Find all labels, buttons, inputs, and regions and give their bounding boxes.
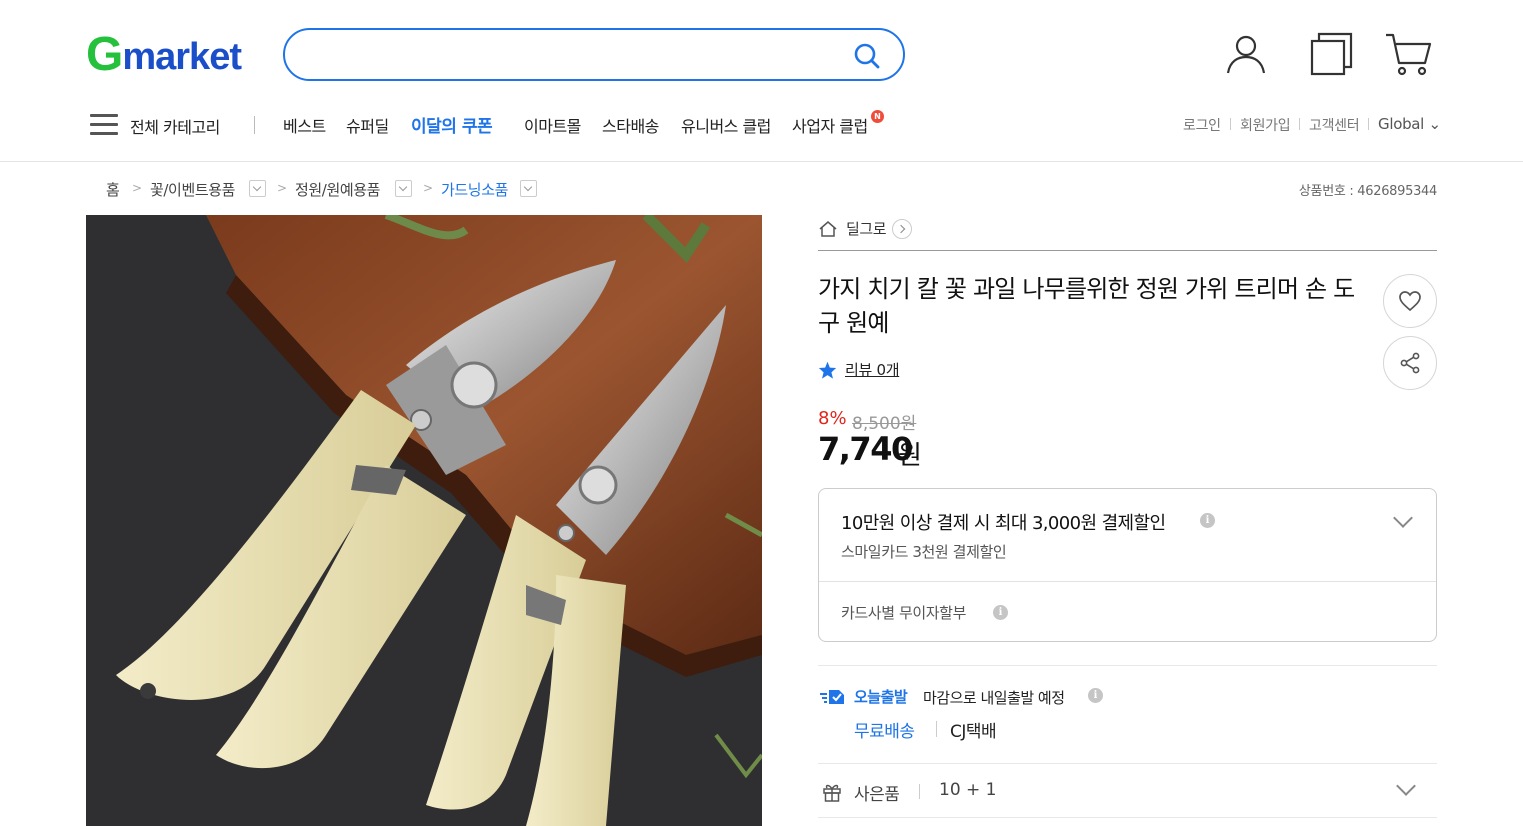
gift-value: 10 + 1: [939, 780, 997, 800]
breadcrumb-arrow: >: [132, 181, 143, 195]
home-icon: [819, 220, 837, 237]
price-unit: 원: [898, 441, 922, 471]
signup-link[interactable]: 회원가입: [1240, 115, 1291, 135]
fast-delivery-icon: [820, 690, 844, 704]
chevron-down-icon[interactable]: [1393, 508, 1413, 528]
info-icon[interactable]: i: [1088, 688, 1103, 703]
customer-center-link[interactable]: 고객센터: [1309, 115, 1360, 135]
wishlist-button[interactable]: [1383, 274, 1437, 328]
breadcrumb-garden[interactable]: 정원/원예용품: [295, 179, 380, 200]
global-dropdown[interactable]: Global ⌄: [1378, 115, 1441, 133]
divider: [818, 817, 1437, 818]
breadcrumb-gardening-goods[interactable]: 가드닝소품: [441, 179, 508, 200]
divider: [919, 784, 920, 799]
cart-icon[interactable]: [1385, 30, 1433, 78]
deal-link[interactable]: 딜그로: [818, 218, 913, 239]
breadcrumb-arrow: >: [277, 181, 288, 195]
shipping-schedule: 마감으로 내일출발 예정: [923, 689, 1065, 707]
breadcrumb-home[interactable]: 홈: [106, 179, 120, 200]
breadcrumb-dropdown[interactable]: [249, 180, 266, 197]
login-link[interactable]: 로그인: [1183, 115, 1221, 135]
product-image[interactable]: [86, 215, 762, 826]
search-input[interactable]: [305, 40, 845, 70]
nav-business-club[interactable]: 사업자 클럽: [792, 113, 868, 137]
info-icon[interactable]: i: [1200, 513, 1215, 528]
util-divider: [1299, 118, 1300, 130]
nav-best[interactable]: 베스트: [283, 113, 326, 137]
nav-superdeal[interactable]: 슈퍼딜: [346, 113, 389, 137]
chevron-right-icon: [892, 218, 913, 239]
breadcrumb-dropdown[interactable]: [520, 180, 537, 197]
divider: [936, 721, 937, 737]
gift-icon: [823, 784, 841, 802]
util-divider: [1368, 118, 1369, 130]
heart-icon: [1399, 291, 1421, 312]
star-icon: [818, 361, 837, 379]
payment-benefits-box: 10만원 이상 결제 시 최대 3,000원 결제할인 i 스마일카드 3천원 …: [818, 488, 1437, 642]
new-badge: N: [871, 110, 884, 123]
search-bar: [283, 28, 905, 81]
util-divider: [1230, 118, 1231, 130]
share-icon: [1400, 352, 1420, 374]
info-icon[interactable]: i: [993, 605, 1008, 620]
gmarket-logo[interactable]: G market: [86, 28, 242, 81]
free-shipping: 무료배송: [854, 722, 915, 742]
discount-rate: 8%: [818, 408, 847, 429]
payment-discount-title[interactable]: 10만원 이상 결제 시 최대 3,000원 결제할인: [841, 509, 1166, 535]
breadcrumb-dropdown[interactable]: [395, 180, 412, 197]
breadcrumb-flowers-events[interactable]: 꽃/이벤트용품: [150, 179, 235, 200]
recent-items-icon[interactable]: [1307, 30, 1355, 78]
logo-text: market: [122, 36, 242, 78]
review-link[interactable]: 리뷰 0개: [818, 359, 900, 380]
product-number: 상품번호 : 4626895344: [1298, 184, 1437, 199]
smile-card-discount: 스마일카드 3천원 결제할인: [841, 543, 1007, 561]
share-button[interactable]: [1383, 336, 1437, 390]
breadcrumb-arrow: >: [423, 181, 434, 195]
nav-divider: [254, 116, 255, 134]
today-shipping-tag: 오늘출발: [854, 688, 908, 706]
divider: [818, 665, 1437, 666]
divider: [818, 763, 1437, 764]
user-icon[interactable]: [1222, 30, 1270, 78]
menu-icon[interactable]: [90, 114, 118, 136]
gift-label: 사은품: [854, 785, 900, 805]
deal-link-label: 딜그로: [846, 220, 887, 238]
all-categories-button[interactable]: 전체 카테고리: [130, 114, 220, 138]
main-nav: 전체 카테고리 베스트 슈퍼딜 이달의 쿠폰 이마트몰 스타배송 유니버스 클럽…: [0, 100, 1523, 162]
nav-universe-club[interactable]: 유니버스 클럽: [681, 113, 771, 137]
logo-g: G: [86, 28, 123, 81]
review-count: 리뷰 0개: [845, 361, 900, 379]
divider: [818, 250, 1437, 251]
search-icon[interactable]: [853, 42, 881, 70]
nav-monthly-coupon[interactable]: 이달의 쿠폰: [411, 112, 493, 137]
product-title: 가지 치기 칼 꽃 과일 나무를위한 정원 가위 트리머 손 도구 원예: [818, 275, 1355, 337]
nav-star-delivery[interactable]: 스타배송: [602, 113, 659, 137]
installment-info: 카드사별 무이자할부: [841, 604, 966, 622]
nav-emart-mall[interactable]: 이마트몰: [524, 113, 581, 137]
divider: [819, 581, 1436, 582]
chevron-down-icon[interactable]: [1396, 776, 1416, 796]
shipping-carrier: CJ택배: [950, 722, 997, 742]
